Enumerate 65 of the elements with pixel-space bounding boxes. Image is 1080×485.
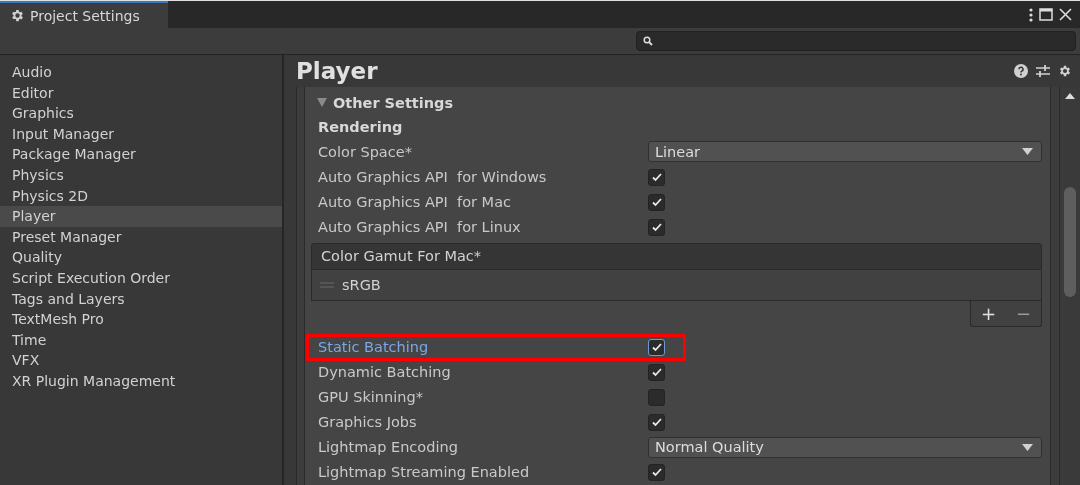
setting-label: Graphics Jobs	[318, 414, 418, 431]
close-icon[interactable]	[1059, 8, 1072, 21]
sidebar-item[interactable]: Physics 2D	[0, 185, 282, 207]
dropdown-caret-icon	[1022, 443, 1033, 451]
sidebar-item[interactable]: Time	[0, 329, 282, 351]
sidebar-item[interactable]: Script Execution Order	[0, 267, 282, 289]
scrollbar-thumb[interactable]	[1064, 187, 1076, 297]
foldout-arrow-icon[interactable]	[317, 98, 327, 108]
checkbox[interactable]	[648, 463, 665, 481]
sidebar-item[interactable]: Preset Manager	[0, 226, 282, 248]
more-options-icon[interactable]	[1029, 7, 1033, 22]
search-field[interactable]	[636, 31, 1076, 51]
checkmark-icon	[650, 366, 663, 379]
section-heading: Rendering	[318, 118, 403, 135]
sidebar-item[interactable]: Input Manager	[0, 123, 282, 145]
checkbox[interactable]	[648, 363, 665, 381]
checkbox[interactable]	[648, 193, 665, 211]
checkmark-icon	[650, 221, 663, 234]
sidebar-item[interactable]: Player	[0, 206, 282, 227]
checkbox[interactable]	[648, 168, 665, 186]
checkmark-icon	[650, 341, 663, 354]
remove-button[interactable]: −	[1011, 302, 1036, 324]
panel-title: Player	[296, 58, 378, 84]
setting-label: Lightmap Streaming Enabled	[318, 464, 531, 481]
window-tab[interactable]: Project Settings	[0, 1, 168, 28]
sidebar-item[interactable]: Physics	[0, 164, 282, 186]
sliders-icon[interactable]	[1036, 64, 1050, 78]
list-header: Color Gamut For Mac*	[311, 242, 1042, 270]
checkbox[interactable]	[648, 413, 665, 431]
sidebar-item[interactable]: TextMesh Pro	[0, 309, 282, 330]
dropdown-caret-icon	[1022, 148, 1033, 156]
setting-label: Static Batching	[318, 339, 430, 356]
sidebar-item[interactable]: Tags and Layers	[0, 288, 282, 310]
foldout-header[interactable]: Other Settings	[317, 91, 1042, 115]
help-icon[interactable]	[1014, 64, 1028, 78]
checkmark-icon	[650, 466, 663, 479]
setting-label: Color Space*	[318, 143, 413, 160]
sidebar-item[interactable]: VFX	[0, 350, 282, 371]
sidebar-item[interactable]: Package Manager	[0, 144, 282, 165]
maximize-icon[interactable]	[1039, 8, 1053, 21]
checkbox[interactable]	[648, 218, 665, 236]
sidebar-item[interactable]: Editor	[0, 82, 282, 104]
dropdown[interactable]: Linear	[648, 141, 1042, 163]
settings-icon[interactable]	[1058, 64, 1072, 78]
settings-icon[interactable]	[10, 8, 25, 23]
checkbox[interactable]	[648, 338, 665, 356]
sidebar-item[interactable]: XR Plugin Management	[0, 370, 282, 392]
checkmark-icon	[650, 416, 663, 429]
checkmark-icon	[650, 171, 663, 183]
setting-label: Auto Graphics API for Windows	[318, 169, 548, 185]
add-button[interactable]: +	[976, 302, 1001, 324]
checkmark-icon	[650, 196, 663, 209]
checkbox[interactable]	[648, 388, 665, 406]
sidebar-item[interactable]: Audio	[0, 62, 282, 83]
list-item[interactable]: sRGB	[311, 269, 1042, 301]
setting-label: GPU Skinning*	[318, 389, 424, 406]
setting-label: Dynamic Batching	[318, 364, 452, 381]
sidebar-item[interactable]: Quality	[0, 247, 282, 268]
setting-label: Auto Graphics API for Mac	[318, 194, 512, 211]
scroll-up-icon[interactable]	[1065, 93, 1075, 99]
search-icon	[643, 36, 653, 46]
sidebar-item[interactable]: Graphics	[0, 103, 282, 124]
setting-label: Auto Graphics API for Linux	[318, 219, 522, 236]
dropdown[interactable]: Normal Quality	[648, 436, 1042, 458]
setting-label: Lightmap Encoding	[318, 439, 459, 456]
